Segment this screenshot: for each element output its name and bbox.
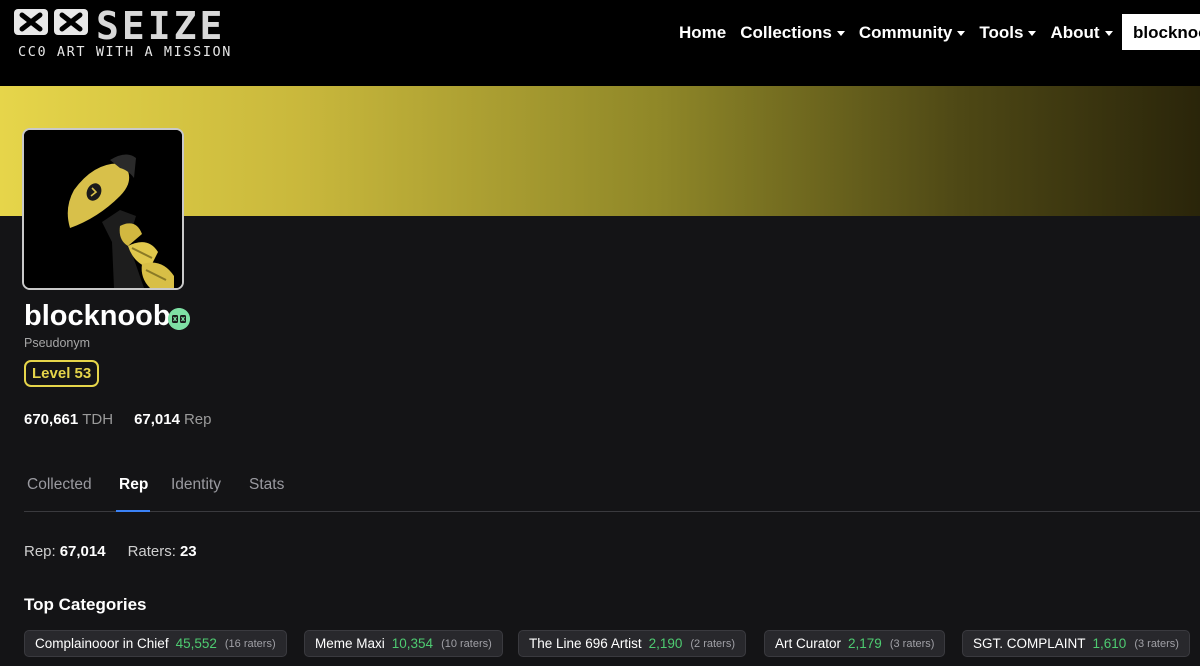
avatar-image — [24, 130, 182, 288]
category-chip[interactable]: The Line 696 Artist 2,190 (2 raters) — [518, 630, 746, 657]
level-badge: Level 53 — [24, 360, 100, 387]
caret-down-icon — [957, 31, 966, 36]
category-score: 2,190 — [648, 636, 683, 651]
logo-wordmark: SEIZE — [96, 4, 226, 48]
tdh-unit: TDH — [82, 411, 114, 428]
category-chip[interactable]: Art Curator 2,179 (3 raters) — [764, 630, 946, 657]
category-score: 2,179 — [848, 636, 882, 651]
category-raters: (10 raters) — [441, 637, 492, 650]
active-tab-indicator — [116, 510, 150, 512]
category-raters: (2 raters) — [690, 637, 735, 650]
seize-logo[interactable]: SEIZE CC0 ART WITH A MISSION — [12, 6, 240, 62]
category-raters: (3 raters) — [1134, 637, 1179, 650]
caret-down-icon — [1028, 31, 1037, 36]
caret-down-icon — [836, 31, 845, 36]
raters-label: Raters: — [127, 543, 176, 560]
nav-community-label: Community — [858, 23, 953, 42]
category-raters: (16 raters) — [224, 637, 276, 650]
tab-rep[interactable]: Rep — [119, 476, 148, 494]
rep-summary-label: Rep: — [24, 543, 56, 560]
category-score: 1,610 — [1092, 636, 1127, 651]
tab-identity[interactable]: Identity — [171, 476, 221, 494]
nav-collections[interactable]: Collections — [740, 23, 845, 43]
main-nav: Home Collections Community Tools About — [679, 20, 1127, 46]
category-name: Art Curator — [775, 636, 842, 651]
nav-collections-label: Collections — [740, 23, 832, 42]
category-name: Complainooor in Chief — [35, 636, 169, 651]
nav-tools[interactable]: Tools — [979, 23, 1037, 43]
nav-about[interactable]: About — [1050, 23, 1113, 43]
nav-home-label: Home — [679, 23, 727, 42]
category-chip[interactable]: Complainooor in Chief 45,552 (16 raters) — [24, 630, 287, 657]
category-chip[interactable]: SGT. COMPLAINT 1,610 (3 raters) — [962, 630, 1190, 657]
rep-value: 67,014 — [134, 411, 180, 428]
nav-community[interactable]: Community — [859, 23, 966, 43]
category-chip[interactable]: Meme Maxi 10,354 (10 raters) — [304, 630, 503, 657]
category-name: Meme Maxi — [315, 636, 385, 651]
category-name: SGT. COMPLAINT — [973, 636, 1086, 651]
user-profile-button[interactable]: blocknoob — [1122, 14, 1200, 50]
nav-home[interactable]: Home — [679, 23, 726, 43]
profile-stats: 670,661 TDH 67,014 Rep — [24, 411, 232, 428]
category-score: 10,354 — [391, 636, 434, 651]
nav-tools-label: Tools — [979, 23, 1024, 42]
rep-summary-value: 67,014 — [59, 543, 106, 560]
profile-subtitle: Pseudonym — [24, 336, 91, 350]
verified-badge-icon — [168, 308, 190, 330]
avatar — [22, 128, 184, 290]
caret-down-icon — [1104, 31, 1113, 36]
rep-stat[interactable]: 67,014 Rep — [134, 411, 211, 428]
nav-about-label: About — [1050, 23, 1100, 42]
raters-value: 23 — [179, 543, 197, 560]
tab-collected[interactable]: Collected — [27, 476, 92, 494]
tdh-stat: 670,661 TDH — [24, 411, 113, 428]
top-header: SEIZE CC0 ART WITH A MISSION Home Collec… — [0, 0, 1200, 86]
tab-stats[interactable]: Stats — [249, 476, 284, 494]
profile-tabs: Collected Rep Identity Stats — [24, 476, 1200, 512]
top-categories-title: Top Categories — [24, 595, 147, 614]
category-name: The Line 696 Artist — [529, 636, 642, 651]
seize-logo-icon — [14, 9, 88, 35]
logo-tagline: CC0 ART WITH A MISSION — [18, 44, 233, 60]
tdh-value: 670,661 — [24, 411, 79, 428]
rep-summary: Rep: 67,014 Raters: 23 — [24, 543, 197, 560]
profile-handle: blocknoob — [24, 300, 171, 332]
category-raters: (3 raters) — [889, 637, 935, 650]
rep-unit: Rep — [183, 411, 212, 428]
category-score: 45,552 — [175, 636, 217, 651]
